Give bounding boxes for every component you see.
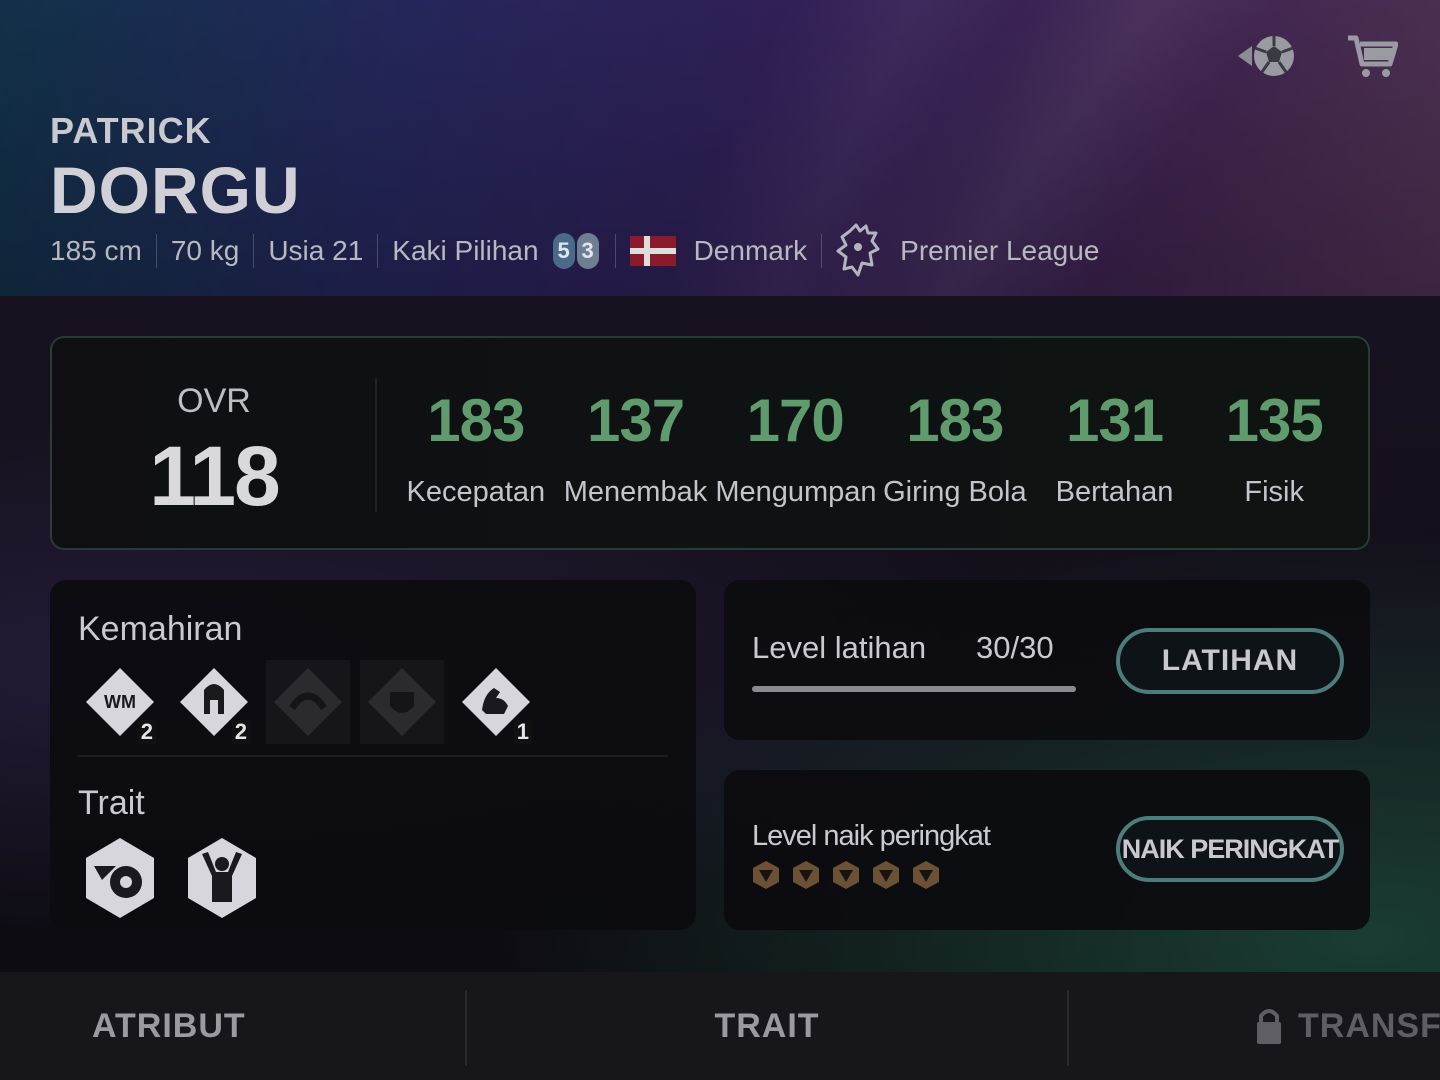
player-age: Usia 21 bbox=[268, 235, 364, 266]
divider bbox=[155, 234, 157, 268]
stat-defending: 131 Bertahan bbox=[1035, 338, 1195, 548]
stat-value: 170 bbox=[746, 387, 845, 454]
skills-title: Kemahiran bbox=[78, 610, 243, 648]
stat-dribbling: 183 Giring Bola bbox=[875, 338, 1035, 548]
stat-pace: 183 Kecepatan bbox=[396, 338, 556, 548]
premier-league-lion-icon bbox=[836, 223, 884, 279]
training-button[interactable]: LATIHAN bbox=[1116, 628, 1344, 694]
top-actions bbox=[1236, 28, 1404, 84]
divider bbox=[821, 234, 823, 268]
celebration-trait-icon[interactable] bbox=[180, 836, 264, 920]
training-progress-fill bbox=[752, 686, 1076, 692]
stat-label: Menembak bbox=[563, 476, 708, 508]
rank-star-icon bbox=[832, 860, 860, 895]
player-height: 185 cm bbox=[50, 235, 142, 266]
stat-label: Kecepatan bbox=[406, 476, 546, 508]
ratings-panel: OVR 118 183 Kecepatan 137 Menembak 170 M… bbox=[50, 336, 1370, 550]
training-level-label: Level latihan bbox=[752, 630, 927, 665]
tab-label: ATRIBUT bbox=[92, 1006, 246, 1045]
divider bbox=[78, 755, 668, 757]
stat-passing: 170 Mengumpan bbox=[715, 338, 877, 548]
training-progress-bar bbox=[752, 686, 1076, 692]
stat-label: Mengumpan bbox=[715, 476, 877, 508]
divider bbox=[375, 378, 377, 512]
stat-value: 137 bbox=[586, 387, 685, 454]
rank-star-icon bbox=[912, 860, 940, 895]
stat-value: 183 bbox=[427, 387, 525, 454]
stat-value: 183 bbox=[906, 387, 1004, 454]
cart-icon[interactable] bbox=[1340, 28, 1404, 84]
rank-star-icon bbox=[792, 860, 820, 895]
stat-value: 135 bbox=[1225, 387, 1324, 454]
divider bbox=[614, 234, 616, 268]
player-info-row: 185 cm 70 kg Usia 21 Kaki Pilihan 5 3 De… bbox=[50, 223, 1100, 277]
trait-title: Trait bbox=[78, 784, 145, 822]
preferred-foot-label: Kaki Pilihan bbox=[392, 235, 539, 266]
tab-trait[interactable]: TRAIT bbox=[466, 972, 1068, 1080]
badge-level: 2 bbox=[137, 720, 156, 744]
foot-left-value: 5 bbox=[552, 233, 575, 269]
bottom-tab-bar: ATRIBUT TRAIT TRANSF bbox=[0, 972, 1440, 1080]
stat-shooting: 137 Menembak bbox=[556, 338, 716, 548]
divider bbox=[253, 234, 255, 268]
tab-transfer[interactable]: TRANSF bbox=[1068, 972, 1440, 1080]
player-weight: 70 kg bbox=[170, 235, 240, 266]
stat-value: 131 bbox=[1065, 387, 1164, 454]
badge-level: 1 bbox=[513, 720, 532, 744]
rank-star-icon bbox=[872, 860, 900, 895]
tab-atribut[interactable]: ATRIBUT bbox=[0, 972, 466, 1080]
stat-label: Giring Bola bbox=[883, 476, 1027, 508]
rankup-stars bbox=[752, 860, 940, 895]
player-nation: Denmark bbox=[693, 235, 808, 266]
player-league: Premier League bbox=[900, 235, 1100, 266]
ovr-label: OVR bbox=[177, 382, 251, 420]
rankup-level-label: Level naik peringkat bbox=[752, 820, 991, 852]
skill-badges: WM 2 2 1 bbox=[78, 660, 538, 744]
shield-badge-icon[interactable] bbox=[360, 660, 444, 744]
stat-physical: 135 Fisik bbox=[1194, 338, 1354, 548]
denmark-flag-icon bbox=[629, 236, 676, 266]
stat-label: Bertahan bbox=[1055, 476, 1174, 508]
lock-icon bbox=[1254, 1006, 1284, 1046]
ovr-block: OVR 118 bbox=[52, 338, 376, 548]
trait-icons bbox=[78, 836, 264, 920]
divider bbox=[377, 234, 379, 268]
badge-level: 2 bbox=[231, 720, 250, 744]
curve-badge-icon[interactable] bbox=[266, 660, 350, 744]
wm-badge-icon[interactable]: WM 2 bbox=[78, 660, 162, 744]
foot-right-value: 3 bbox=[576, 233, 599, 269]
stat-list: 183 Kecepatan 137 Menembak 170 Mengumpan… bbox=[396, 338, 1354, 548]
stat-label: Fisik bbox=[1244, 476, 1304, 508]
rankup-button[interactable]: NAIK PERINGKAT bbox=[1116, 816, 1344, 882]
rank-star-icon bbox=[752, 860, 780, 895]
training-level-value: 30/30 bbox=[976, 630, 1054, 665]
ovr-value: 118 bbox=[149, 429, 281, 523]
foot-rating-icon: 5 3 bbox=[552, 233, 601, 269]
player-first-name: PATRICK bbox=[50, 110, 212, 151]
flexed-arm-badge-icon[interactable]: 1 bbox=[454, 660, 538, 744]
spartan-helmet-badge-icon[interactable]: 2 bbox=[172, 660, 256, 744]
tab-label: TRANSF bbox=[1298, 1006, 1440, 1045]
football-icon[interactable] bbox=[1236, 28, 1300, 84]
power-shot-trait-icon[interactable] bbox=[78, 836, 162, 920]
tab-label: TRAIT bbox=[714, 1006, 820, 1045]
skills-card: Kemahiran WM 2 2 1 Trait bbox=[50, 580, 696, 930]
wm-badge-text: WM bbox=[104, 692, 136, 712]
player-last-name: DORGU bbox=[50, 153, 301, 227]
